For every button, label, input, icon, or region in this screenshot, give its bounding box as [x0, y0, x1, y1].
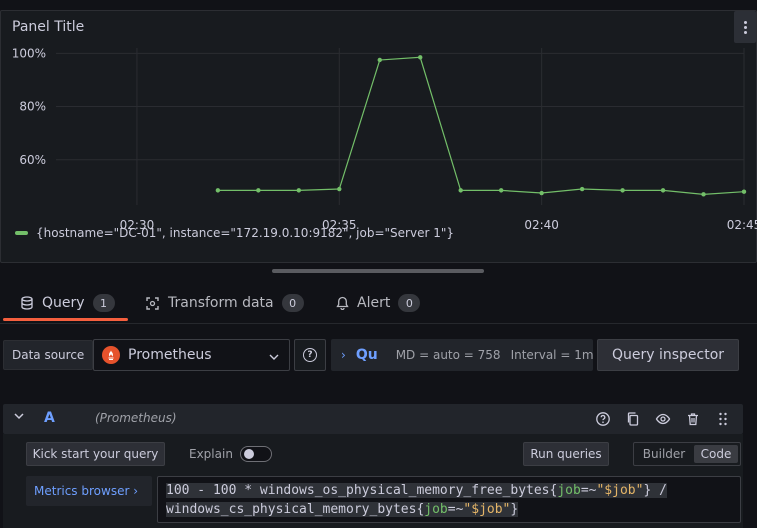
drag-handle-icon[interactable]	[715, 411, 731, 427]
data-point	[215, 188, 221, 193]
data-source-label: Data source	[3, 340, 94, 370]
expr-part: } /	[643, 483, 667, 498]
editor-mode-switch: Builder Code	[633, 442, 741, 466]
data-source-selected: Prometheus	[128, 347, 212, 363]
x-tick-label: 02:45	[727, 218, 757, 232]
query-options[interactable]: › Qu MD = auto = 758 Interval = 1m	[331, 339, 593, 371]
query-ref-id[interactable]: A	[44, 410, 55, 426]
data-point	[579, 186, 585, 192]
collapse-caret-icon[interactable]	[14, 412, 24, 423]
time-series-chart[interactable]: 60%80%100%02:3002:3502:4002:45	[0, 0, 757, 263]
promql-query-editor[interactable]: 100 - 100 * windows_os_physical_memory_f…	[157, 476, 741, 523]
query-datasource-name: (Prometheus)	[95, 411, 177, 425]
data-source-help-button[interactable]: ?	[294, 339, 326, 371]
builder-mode-button[interactable]: Builder	[636, 445, 692, 463]
explain-label: Explain	[189, 447, 233, 461]
kick-start-query-button[interactable]: Kick start your query	[26, 442, 165, 466]
transform-icon	[146, 296, 159, 310]
data-point	[458, 188, 463, 193]
tab-query-label: Query	[42, 295, 85, 311]
tab-transform-count: 0	[281, 294, 304, 312]
code-mode-button[interactable]: Code	[694, 445, 738, 463]
database-icon	[21, 296, 33, 310]
data-point	[539, 190, 544, 196]
legend[interactable]: {hostname="DC-01", instance="172.19.0.10…	[15, 226, 454, 240]
series-line	[217, 56, 745, 196]
query-inspector-button[interactable]: Query inspector	[597, 339, 739, 371]
expr-part: windows_cs_physical_memory_bytes{	[166, 502, 425, 517]
expr-part: 100 - 100 * windows_os_physical_memory_f…	[166, 483, 558, 498]
bell-icon	[336, 296, 349, 310]
panel-resize-handle[interactable]	[272, 269, 484, 273]
tab-transform[interactable]: Transform data 0	[145, 284, 304, 322]
data-point	[337, 186, 342, 192]
expr-operator: =~	[580, 483, 597, 498]
data-point	[741, 189, 747, 194]
x-tick-label: 02:40	[524, 218, 559, 232]
metrics-browser-button[interactable]: Metrics browser ›	[26, 476, 152, 506]
query-row-actions	[595, 411, 731, 427]
data-point	[256, 188, 261, 193]
expr-string: "$job"	[596, 483, 644, 498]
query-row-header[interactable]: A (Prometheus)	[3, 404, 743, 434]
data-point	[660, 188, 666, 193]
y-tick-label: 80%	[19, 100, 46, 114]
expr-string: "$job"	[463, 502, 511, 517]
tab-query-count: 1	[92, 294, 115, 312]
tab-alert-count: 0	[398, 294, 421, 312]
y-tick-label: 60%	[19, 153, 46, 167]
data-point	[296, 188, 302, 193]
tab-alert-label: Alert	[357, 295, 391, 311]
eye-icon[interactable]	[655, 411, 671, 427]
toggle-knob	[244, 449, 254, 459]
query-options-interval: Interval = 1m	[510, 348, 593, 362]
data-point	[377, 57, 382, 63]
help-icon[interactable]	[595, 411, 611, 427]
expr-label: job	[557, 483, 581, 498]
duplicate-icon[interactable]	[625, 411, 641, 427]
data-source-picker[interactable]: Prometheus	[93, 339, 290, 371]
explain-toggle[interactable]	[240, 446, 272, 462]
chevron-right-icon: ›	[341, 348, 346, 362]
trash-icon[interactable]	[685, 411, 701, 427]
tab-transform-label: Transform data	[168, 295, 274, 311]
active-tab-indicator	[3, 318, 128, 321]
run-queries-button[interactable]: Run queries	[523, 442, 609, 466]
legend-swatch	[15, 231, 28, 235]
legend-label[interactable]: {hostname="DC-01", instance="172.19.0.10…	[36, 226, 454, 240]
query-options-md: MD = auto = 758	[395, 348, 501, 362]
data-point	[418, 55, 423, 60]
question-icon: ?	[303, 348, 317, 362]
data-point	[620, 188, 625, 193]
prometheus-logo-icon	[102, 346, 120, 364]
expr-operator: =~	[447, 502, 464, 517]
tab-alert[interactable]: Alert 0	[336, 284, 421, 322]
tab-query[interactable]: Query 1	[20, 284, 115, 322]
query-options-title: Qu	[355, 347, 378, 363]
expr-label: job	[424, 502, 448, 517]
data-point	[498, 188, 504, 193]
chevron-down-icon	[269, 349, 279, 363]
expr-part: }	[510, 502, 519, 517]
data-point	[701, 192, 706, 197]
y-tick-label: 100%	[12, 46, 46, 60]
